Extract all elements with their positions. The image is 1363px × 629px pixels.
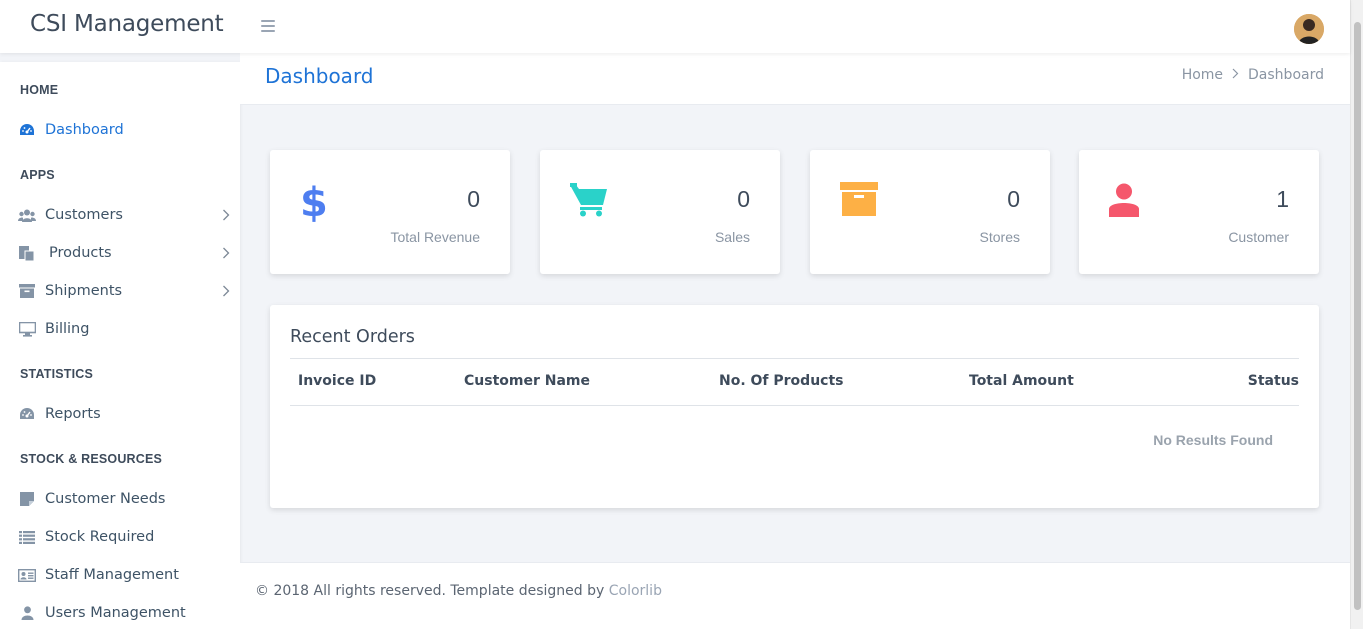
sidebar-item-label: Products [49, 245, 112, 261]
sidebar-item-reports[interactable]: Reports [18, 402, 232, 426]
scrollbar-thumb[interactable] [1354, 22, 1361, 610]
hamburger-icon[interactable] [261, 20, 275, 32]
chevron-right-icon [222, 208, 230, 226]
breadcrumb-current: Dashboard [1248, 67, 1324, 83]
sidebar-item-label: Customer Needs [45, 491, 166, 507]
user-icon [1109, 183, 1139, 222]
stat-card-sales: 0 Sales [540, 150, 780, 274]
divider [290, 358, 1299, 359]
column-header-no-of-products: No. Of Products [719, 373, 844, 389]
stat-label: Sales [714, 229, 750, 245]
sidebar-item-label: Shipments [45, 283, 123, 299]
dashboard-icon [18, 406, 36, 422]
products-icon [18, 245, 36, 261]
sidebar-item-users-management[interactable]: Users Management [18, 601, 232, 625]
stat-card-total-revenue: $ 0 Total Revenue [270, 150, 510, 274]
column-header-customer-name: Customer Name [464, 373, 590, 389]
section-stock-resources: STOCK & RESOURCES [20, 452, 163, 466]
stat-label: Stores [979, 229, 1020, 245]
chevron-right-icon [222, 284, 230, 302]
footer-text: © 2018 All rights reserved. Template des… [255, 583, 662, 599]
cart-icon [570, 183, 608, 222]
sidebar-item-stock-required[interactable]: Stock Required [18, 525, 232, 549]
dashboard-icon [18, 122, 36, 138]
empty-state-text: No Results Found [1153, 432, 1273, 448]
sidebar-item-billing[interactable]: Billing [18, 317, 232, 341]
stat-label: Total Revenue [390, 229, 480, 245]
sidebar-item-label: Users Management [45, 605, 186, 621]
colorlib-link[interactable]: Colorlib [609, 583, 662, 599]
sidebar-item-products[interactable]: Products [18, 241, 232, 265]
breadcrumb: Home Dashboard [1182, 67, 1324, 83]
chevron-right-icon [1232, 68, 1239, 83]
recent-orders-panel: Recent Orders Invoice ID Customer Name N… [270, 305, 1319, 508]
sidebar-item-dashboard[interactable]: Dashboard [18, 118, 232, 142]
brand-title[interactable]: CSI Management [30, 11, 224, 37]
divider [290, 405, 1299, 406]
page-title: Dashboard [265, 64, 374, 88]
page-header: Dashboard Home Dashboard [240, 53, 1350, 105]
sidebar-item-label: Customers [45, 207, 123, 223]
scrollbar[interactable] [1350, 0, 1363, 629]
user-avatar[interactable] [1294, 14, 1324, 44]
sidebar: HOME Dashboard APPS Customers Products S… [0, 62, 240, 629]
stat-value: 0 [467, 186, 480, 212]
chevron-right-icon [222, 246, 230, 264]
box-icon [840, 182, 878, 221]
stat-label: Customer [1228, 229, 1289, 245]
id-card-icon [18, 567, 36, 583]
sidebar-item-label: Dashboard [45, 122, 124, 138]
users-icon [18, 207, 36, 223]
sidebar-item-label: Reports [45, 406, 101, 422]
sidebar-item-label: Staff Management [45, 567, 179, 583]
copyright-text: © 2018 All rights reserved. Template des… [255, 583, 609, 599]
section-apps: APPS [20, 168, 55, 182]
section-home: HOME [20, 83, 59, 97]
sidebar-item-customer-needs[interactable]: Customer Needs [18, 487, 232, 511]
column-header-status: Status [1247, 373, 1299, 389]
stat-card-stores: 0 Stores [810, 150, 1050, 274]
sidebar-item-shipments[interactable]: Shipments [18, 279, 232, 303]
note-icon [18, 491, 36, 507]
sidebar-item-label: Billing [45, 321, 90, 337]
panel-title: Recent Orders [290, 327, 415, 347]
sidebar-item-label: Stock Required [45, 529, 155, 545]
list-icon [18, 529, 36, 545]
footer: © 2018 All rights reserved. Template des… [240, 562, 1350, 629]
column-header-invoice-id: Invoice ID [298, 373, 377, 389]
svg-text:$: $ [300, 180, 326, 222]
monitor-icon [18, 321, 36, 337]
stat-value: 0 [737, 186, 750, 212]
stat-value: 0 [1007, 186, 1020, 212]
column-header-total-amount: Total Amount [969, 373, 1074, 389]
sidebar-item-customers[interactable]: Customers [18, 203, 232, 227]
top-bar: CSI Management [0, 0, 1350, 53]
dollar-icon: $ [300, 178, 328, 227]
sidebar-item-staff-management[interactable]: Staff Management [18, 563, 232, 587]
breadcrumb-home[interactable]: Home [1182, 67, 1223, 83]
user-icon [18, 605, 36, 621]
section-statistics: STATISTICS [20, 367, 94, 381]
stat-card-customer: 1 Customer [1079, 150, 1319, 274]
archive-icon [18, 283, 36, 299]
stat-value: 1 [1276, 186, 1289, 212]
